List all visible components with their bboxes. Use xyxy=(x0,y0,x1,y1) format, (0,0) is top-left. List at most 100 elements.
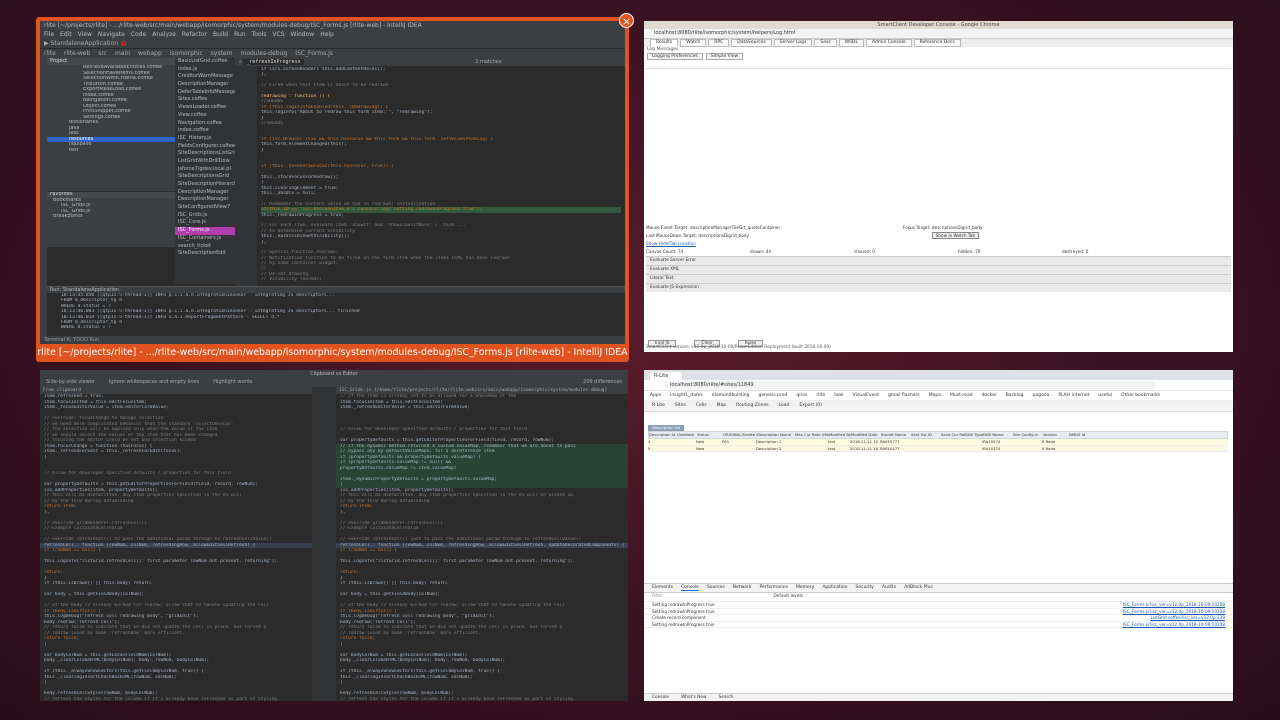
grid-column-header[interactable]: Sent Est ID xyxy=(911,432,941,438)
project-tree-item[interactable]: test xyxy=(47,148,175,154)
console-tab[interactable]: RPC xyxy=(708,39,730,47)
diff-window[interactable]: Clipboard vs Editor Side-by-side viewer I… xyxy=(40,370,628,701)
grid-header-row[interactable]: Description Id Undelete Status ORIGINAL/Del… xyxy=(648,431,1228,439)
breadcrumb-item[interactable]: src xyxy=(98,50,107,57)
devtools-panel[interactable]: Elements Console Sources Network Performance… xyxy=(644,583,1233,701)
recent-file-item[interactable]: View.coffee xyxy=(175,112,235,120)
close-window-button[interactable]: × xyxy=(619,13,634,28)
grid-column-header[interactable]: DNS Type xyxy=(965,432,983,438)
bookmark-item[interactable]: genesis prod xyxy=(759,393,788,398)
browser-tabstrip[interactable]: R-Lite xyxy=(644,370,1233,380)
editor-gutter[interactable] xyxy=(235,66,257,286)
diff-left-pane[interactable]: From clipboard item.refreshed = true; it… xyxy=(40,387,312,701)
bookmark-item[interactable]: pagoda xyxy=(1033,393,1050,398)
intellij-toolbar[interactable]: ▶ StandaloneApplication 🐞 xyxy=(40,39,625,49)
devtools-tab[interactable]: AdBlock Plus xyxy=(904,585,933,590)
devtools-tab[interactable]: Memory xyxy=(796,585,814,590)
recent-file-item[interactable]: ISC_Core.js xyxy=(175,219,235,227)
grid-column-header[interactable]: Save Cur Rate xyxy=(941,432,965,438)
console-source-link[interactable]: ISC_Forms.js?isc_ver=v12.0p_2018-10-09:1… xyxy=(1123,602,1225,608)
favorites-panel[interactable]: Favorites Bookmarks ISC_Grids.js ISC_Grids… xyxy=(47,191,175,247)
app-toolbar-item[interactable]: Routing Zones xyxy=(736,403,768,408)
recent-file-item[interactable]: Sites.coffee xyxy=(175,96,235,104)
grid-column-header[interactable]: Modified Date xyxy=(851,432,881,438)
code-lines[interactable]: if (src.screenReader) this.addContentRol… xyxy=(261,67,621,286)
drawer-tab[interactable]: Search xyxy=(719,695,734,700)
recent-file-item[interactable]: BasicListGrid.coffee xyxy=(175,58,235,66)
recent-file-item[interactable]: ISC_History.js xyxy=(175,135,235,143)
app-toolbar-item[interactable]: Load xyxy=(779,403,790,408)
bookmark-item[interactable]: Backlog xyxy=(1006,393,1024,398)
devtools-tab[interactable]: Console xyxy=(680,585,699,591)
console-tab[interactable]: Sass xyxy=(814,39,837,47)
diff-toolbar-item[interactable]: Side-by-side viewer xyxy=(46,379,95,385)
menu-item[interactable]: Navigate xyxy=(98,31,125,38)
log-option-button[interactable]: Simple View xyxy=(705,53,744,60)
grid-column-header[interactable]: Version xyxy=(1043,432,1069,438)
code-editor[interactable]: ⌕ _refreshInProgress 2 matches if (src.s… xyxy=(235,58,625,286)
bookmark-item[interactable]: Other bookmarks xyxy=(1121,393,1160,398)
menu-item[interactable]: Code xyxy=(131,31,146,38)
menu-item[interactable]: Refactor xyxy=(182,31,207,38)
log-options[interactable]: Logging Preferences Simple View xyxy=(644,53,1233,60)
menu-item[interactable]: View xyxy=(78,31,92,38)
app-toolbar-item[interactable]: Cells xyxy=(696,403,707,408)
recent-files-list[interactable]: BasicListGrid.coffee index.js CreditorWarn… xyxy=(175,58,235,284)
debug-icon[interactable]: 🐞 xyxy=(120,40,127,47)
address-bar[interactable]: localhost:8080/rlite/isomorphic/system/h… xyxy=(644,29,1233,39)
grid-column-header[interactable]: Description Id xyxy=(649,432,677,438)
bookmark-item[interactable]: qrios xyxy=(796,393,807,398)
bookmark-item[interactable]: docker xyxy=(982,393,997,398)
console-tab[interactable]: WSDL xyxy=(838,39,864,47)
menu-item[interactable]: Analyze xyxy=(152,31,176,38)
devtools-tab[interactable]: Network xyxy=(733,585,752,590)
console-source-link[interactable]: ISC_Forms.js?isc_ver=v12.0p_2018-10-09:1… xyxy=(1123,609,1225,615)
bookmark-item[interactable]: Must-read xyxy=(950,393,973,398)
console-source-link[interactable]: ListGrid.coffee?isc_ver=v12.0p:139 xyxy=(1151,615,1225,621)
breadcrumb-item[interactable]: system xyxy=(211,50,233,57)
filter-input[interactable]: Filter xyxy=(652,593,772,601)
bookmark-item[interactable]: Mapa xyxy=(929,393,941,398)
bookmark-item[interactable]: diamondbuilding xyxy=(712,393,750,398)
grid-column-header[interactable]: Modified By xyxy=(829,432,851,438)
menu-item[interactable]: Edit xyxy=(60,31,72,38)
browser-tab[interactable]: R-Lite xyxy=(650,372,683,380)
recent-file-item[interactable]: jsforce7/gdev.local.pl xyxy=(175,166,235,174)
levels-select[interactable]: Default levels xyxy=(773,594,803,599)
bookmark-item[interactable]: useful xyxy=(1098,393,1112,398)
console-tab[interactable]: DataSources xyxy=(731,39,772,47)
menu-item[interactable]: Tools xyxy=(252,31,267,38)
breadcrumb-item[interactable]: webapp xyxy=(138,50,162,57)
diff-toolbar-item[interactable]: Ignore whitespaces and empty lines xyxy=(109,379,199,385)
app-toolbar-item[interactable]: Export (0) xyxy=(799,403,822,408)
project-panel-header[interactable]: Project xyxy=(47,58,175,65)
rlite-browser-window[interactable]: R-Lite localhost:8080/rlite/#sites/11849… xyxy=(644,370,1233,701)
menu-item[interactable]: Help xyxy=(320,31,334,38)
app-toolbar-item[interactable]: R-Lite xyxy=(652,403,665,408)
developer-console-window[interactable]: SmartClient Developer Console - Google C… xyxy=(644,21,1233,352)
intellij-window[interactable]: rlite [~/projects/rlite] - .../rlite-web… xyxy=(36,17,629,362)
console-tab[interactable]: Reference Docs xyxy=(913,39,961,47)
menu-item[interactable]: Run xyxy=(234,31,246,38)
diff-right-pane[interactable]: ISC_Grids.js (/home/rlite/projects/rlite… xyxy=(336,387,628,701)
console-filter-bar[interactable]: Filter Default levels xyxy=(644,593,1233,602)
console-section[interactable]: Evaluate JS Expression xyxy=(646,283,1231,292)
console-section[interactable]: Evaluate Server Error xyxy=(646,256,1231,265)
breadcrumb-item[interactable]: rlite xyxy=(44,50,56,57)
recent-file-item[interactable]: FieldsConfigurer.coffee xyxy=(175,143,235,151)
console-source-link[interactable]: ISC_Forms.js?isc_ver=v12.0p_2018-10-09:1… xyxy=(1123,622,1225,628)
console-tab[interactable]: Server Logs xyxy=(773,39,813,47)
recent-file-item[interactable]: Navigation.coffee xyxy=(175,120,235,128)
app-toolbar[interactable]: R-Lite Sites Cells Map Routing Zones Load Expo… xyxy=(644,401,1233,412)
breadcrumb-item[interactable]: ISC_Forms.js xyxy=(295,50,333,57)
console-tab[interactable]: Watch xyxy=(680,39,707,47)
bookmark-item[interactable]: Apps xyxy=(650,393,661,398)
devtools-drawer[interactable]: Console What's New Search xyxy=(644,693,1233,701)
diff-toolbar[interactable]: Side-by-side viewer Ignore whitespaces an… xyxy=(40,378,628,387)
bookmark-item[interactable]: VisualEvent xyxy=(853,393,879,398)
grid-column-header[interactable]: Description Name xyxy=(757,432,795,438)
recent-file-item[interactable]: DeferTableInfoMessage xyxy=(175,89,235,97)
grid-column-header[interactable]: NMDS Id xyxy=(1069,432,1099,438)
grid-column-header[interactable]: Status xyxy=(697,432,723,438)
grid-column-header[interactable]: Undelete xyxy=(677,432,697,438)
